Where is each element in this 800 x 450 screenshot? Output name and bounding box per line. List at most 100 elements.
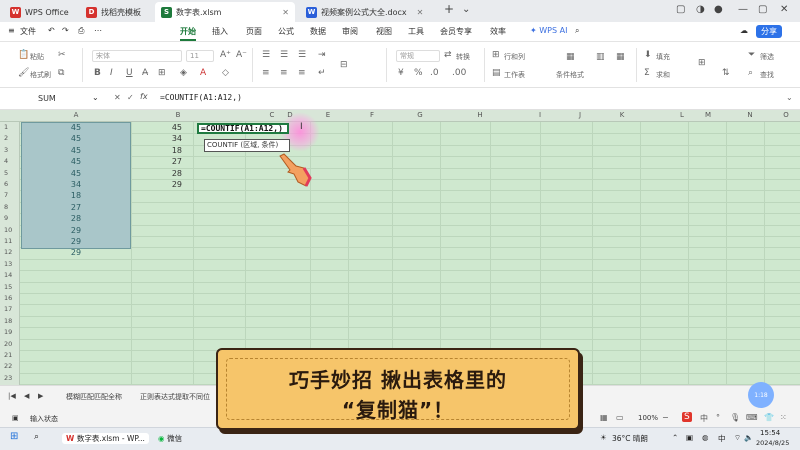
cell-b2[interactable]: 34 — [150, 134, 182, 143]
percent-icon[interactable]: % — [414, 68, 423, 78]
column-header-m[interactable]: M — [703, 111, 713, 119]
row-header-16[interactable]: 16 — [0, 294, 20, 302]
paste-icon[interactable]: 📋 — [18, 50, 29, 60]
find-icon[interactable]: ⌕ — [748, 68, 753, 78]
row-header-13[interactable]: 13 — [0, 260, 20, 268]
strikethrough-icon[interactable]: A̶ — [142, 68, 148, 78]
font-grow-icon[interactable]: A⁺ — [220, 50, 231, 60]
decimal-increase-icon[interactable]: .00 — [452, 68, 466, 78]
sum-label[interactable]: 求和 — [656, 70, 670, 80]
window-restore-icon[interactable]: ▢ — [676, 4, 685, 15]
table-style-icon[interactable]: ▦ — [616, 52, 625, 62]
cell-b5[interactable]: 28 — [150, 169, 182, 178]
tab-wps-office[interactable]: W WPS Office — [4, 2, 75, 22]
align-center-icon[interactable]: ≡ — [280, 68, 288, 78]
search-icon[interactable]: ⌕ — [575, 26, 579, 36]
volume-icon[interactable]: 🔈 — [744, 433, 753, 442]
row-header-4[interactable]: 4 — [0, 157, 20, 165]
windows-start-icon[interactable]: ⊞ — [10, 431, 18, 442]
tab-templates[interactable]: D 找稻壳模板 — [80, 2, 147, 22]
tray-arrow-icon[interactable]: ⌃ — [672, 433, 678, 442]
fx-icon[interactable]: fx — [140, 92, 148, 101]
menu-tools[interactable]: 工具 — [408, 26, 424, 37]
italic-icon[interactable]: I — [110, 68, 113, 78]
row-header-1[interactable]: 1 — [0, 123, 20, 131]
format-painter-icon[interactable]: 🖌 — [18, 68, 29, 78]
filter-icon[interactable]: ⏷ — [748, 50, 755, 60]
ime-punct-icon[interactable]: ° — [716, 413, 720, 422]
column-header-o[interactable]: O — [781, 111, 791, 119]
cell-a4[interactable]: 45 — [21, 157, 131, 166]
microphone-icon[interactable]: 🎙 — [730, 413, 740, 422]
row-header-8[interactable]: 8 — [0, 203, 20, 211]
column-header-k[interactable]: K — [617, 111, 627, 119]
menu-page[interactable]: 页面 — [246, 26, 262, 37]
row-header-12[interactable]: 12 — [0, 248, 20, 256]
font-size-select[interactable]: 11 — [186, 50, 214, 62]
border-icon[interactable]: ⊞ — [158, 68, 166, 78]
wps-ai-button[interactable]: ✦ WPS AI — [530, 26, 567, 35]
fill-icon[interactable]: ⬇ — [644, 50, 652, 60]
confirm-icon[interactable]: ✓ — [127, 93, 134, 102]
align-bottom-icon[interactable]: ☰ — [298, 50, 306, 60]
row-header-5[interactable]: 5 — [0, 169, 20, 177]
currency-icon[interactable]: ¥ — [398, 68, 404, 78]
worksheet-icon[interactable]: ▤ — [492, 68, 501, 78]
align-middle-icon[interactable]: ☰ — [280, 50, 288, 60]
menu-efficiency[interactable]: 效率 — [490, 26, 506, 37]
row-header-7[interactable]: 7 — [0, 191, 20, 199]
menu-data[interactable]: 数据 — [310, 26, 326, 37]
menu-insert[interactable]: 插入 — [212, 26, 228, 37]
align-right-icon[interactable]: ≡ — [298, 68, 306, 78]
floating-assistant-button[interactable]: 1:18 — [748, 382, 774, 408]
formula-input[interactable]: =COUNTIF(A1:A12,) — [160, 93, 242, 102]
redo-icon[interactable]: ↷ — [62, 26, 69, 35]
row-header-6[interactable]: 6 — [0, 180, 20, 188]
view-normal-icon[interactable]: ▦ — [600, 413, 608, 422]
merge-cells-icon[interactable]: ⊟ — [340, 60, 348, 70]
tab-spreadsheet[interactable]: S 数字表.xlsm ✕ — [155, 2, 295, 22]
menu-icon[interactable]: ≡ — [8, 26, 15, 35]
keyboard-icon[interactable]: ⌨ — [746, 413, 758, 422]
cell-b4[interactable]: 27 — [150, 157, 182, 166]
undo-icon[interactable]: ↶ — [48, 26, 55, 35]
chevron-down-icon[interactable]: ⌄ — [462, 4, 470, 15]
cell-a10[interactable]: 29 — [21, 226, 131, 235]
column-header-l[interactable]: L — [677, 111, 687, 119]
sogou-ime-icon[interactable]: S — [682, 412, 692, 422]
column-header-i[interactable]: I — [535, 111, 545, 119]
row-header-2[interactable]: 2 — [0, 134, 20, 142]
menu-home[interactable]: 开始 — [180, 26, 196, 41]
prev-sheet-icon[interactable]: ◀ — [24, 392, 29, 400]
fill-label[interactable]: 填充 — [656, 52, 670, 62]
tray-wps-icon[interactable]: ◍ — [702, 433, 709, 442]
cell-b1[interactable]: 45 — [150, 123, 182, 132]
minimize-icon[interactable]: — — [738, 4, 748, 15]
font-shrink-icon[interactable]: A⁻ — [236, 50, 247, 60]
cell-a12[interactable]: 29 — [21, 248, 131, 257]
cell-a8[interactable]: 27 — [21, 203, 131, 212]
next-sheet-icon[interactable]: ▶ — [38, 392, 43, 400]
row-header-19[interactable]: 19 — [0, 328, 20, 336]
row-header-21[interactable]: 21 — [0, 351, 20, 359]
apps-icon[interactable]: ⁙ — [780, 413, 787, 422]
font-color-icon[interactable]: A — [200, 68, 206, 78]
row-header-18[interactable]: 18 — [0, 317, 20, 325]
network-icon[interactable]: ⌔ — [734, 433, 741, 443]
sum-icon[interactable]: Σ — [644, 68, 650, 78]
close-window-icon[interactable]: ✕ — [780, 4, 788, 15]
filter-label[interactable]: 筛选 — [760, 52, 774, 62]
cell-a6[interactable]: 34 — [21, 180, 131, 189]
cell-a2[interactable]: 45 — [21, 134, 131, 143]
column-header-h[interactable]: H — [475, 111, 485, 119]
row-header-15[interactable]: 15 — [0, 283, 20, 291]
cell-a7[interactable]: 18 — [21, 191, 131, 200]
tab-document[interactable]: W 视频案例公式大全.docx ✕ — [300, 2, 429, 22]
cell-a11[interactable]: 29 — [21, 237, 131, 246]
row-header-10[interactable]: 10 — [0, 226, 20, 234]
tray-icon[interactable]: ▣ — [686, 433, 693, 442]
wrap-text-icon[interactable]: ↵ — [318, 68, 326, 78]
cell-a3[interactable]: 45 — [21, 146, 131, 155]
cell-a1[interactable]: 45 — [21, 123, 131, 132]
sheet-tab-1[interactable]: 模糊匹配匹配全称 — [66, 392, 122, 402]
